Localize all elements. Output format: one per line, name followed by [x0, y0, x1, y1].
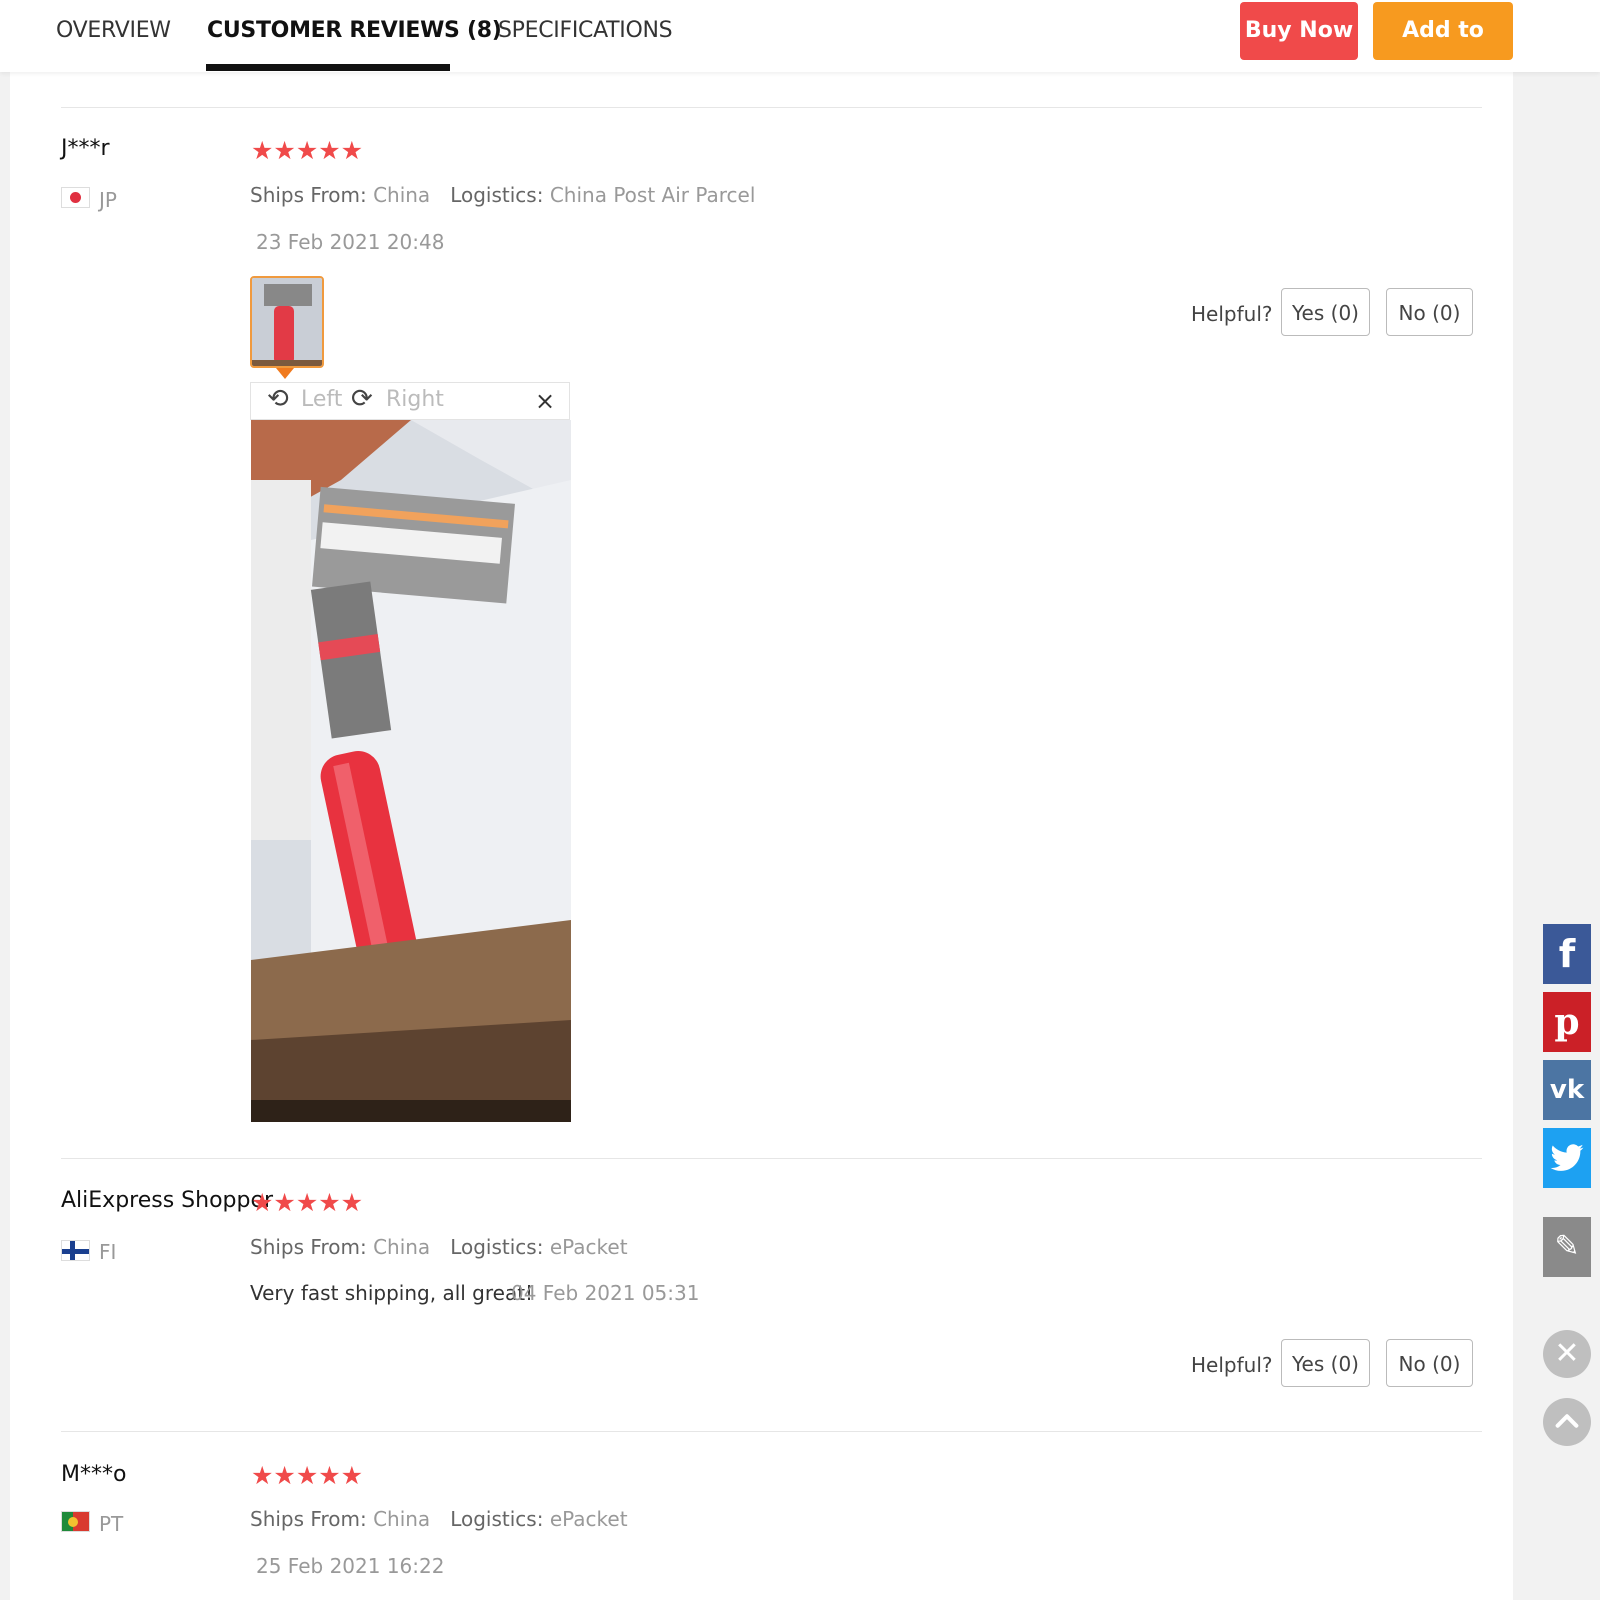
divider [61, 107, 1482, 108]
reviewer-country: FI [99, 1240, 117, 1264]
ships-from-value: China [373, 183, 431, 207]
helpful-label: Helpful? [1191, 302, 1273, 326]
photo-viewer-toolbar: ⟲ Left ⟳ Right × [250, 382, 570, 420]
vk-icon: vk [1549, 1075, 1585, 1105]
active-tab-indicator [206, 64, 450, 71]
logistics-label: Logistics: [450, 183, 544, 207]
star-rating: ★★★★★ [251, 1188, 364, 1217]
helpful-no-button[interactable]: No (0) [1386, 288, 1473, 336]
ships-from-label: Ships From: [250, 183, 367, 207]
close-sidebar-button[interactable]: ✕ [1543, 1330, 1591, 1378]
facebook-icon: f [1558, 932, 1576, 976]
review-text: Very fast shipping, all great! [250, 1281, 534, 1305]
star-rating: ★★★★★ [251, 1461, 364, 1490]
pinterest-icon: p [1554, 1001, 1580, 1043]
rotate-left-icon[interactable]: ⟲ [267, 384, 289, 414]
facebook-share-button[interactable]: f [1543, 924, 1591, 984]
divider [61, 1431, 1482, 1432]
twitter-share-button[interactable] [1543, 1128, 1591, 1188]
tab-specifications[interactable]: SPECIFICATIONS [498, 18, 673, 43]
rotate-right-icon[interactable]: ⟳ [351, 384, 373, 414]
divider [61, 1158, 1482, 1159]
rotate-left-label[interactable]: Left [301, 387, 342, 412]
tab-customer-reviews[interactable]: CUSTOMER REVIEWS (8) [207, 18, 502, 43]
scroll-top-icon [1555, 1414, 1579, 1428]
flag-pt-icon [61, 1511, 90, 1532]
product-tab-bar: OVERVIEW CUSTOMER REVIEWS (8) SPECIFICAT… [0, 0, 1600, 101]
review-date: 04 Feb 2021 05:31 [511, 1281, 700, 1305]
review-shipping-info: Ships From: China Logistics: ePacket [250, 1507, 628, 1531]
close-icon: ✕ [1554, 1336, 1580, 1371]
helpful-yes-button[interactable]: Yes (0) [1281, 1339, 1370, 1387]
ships-from-label: Ships From: [250, 1507, 367, 1531]
write-review-button[interactable]: ✎ [1543, 1217, 1591, 1277]
reviewer-name: AliExpress Shopper [61, 1188, 274, 1213]
ships-from-value: China [373, 1235, 431, 1259]
ships-from-value: China [373, 1507, 431, 1531]
logistics-value: ePacket [549, 1235, 628, 1259]
logistics-value: ePacket [549, 1507, 628, 1531]
tab-overview[interactable]: OVERVIEW [56, 18, 171, 43]
review-shipping-info: Ships From: China Logistics: ePacket [250, 1235, 628, 1259]
twitter-icon [1550, 1144, 1584, 1171]
scroll-to-top-button[interactable] [1543, 1398, 1591, 1446]
logistics-value: China Post Air Parcel [549, 183, 756, 207]
edit-icon: ✎ [1554, 1229, 1580, 1264]
reviewer-country: PT [99, 1512, 124, 1536]
ships-from-label: Ships From: [250, 1235, 367, 1259]
flag-fi-icon [61, 1240, 90, 1261]
review-shipping-info: Ships From: China Logistics: China Post A… [250, 183, 755, 207]
star-rating: ★★★★★ [251, 136, 364, 165]
pinterest-share-button[interactable]: p [1543, 992, 1591, 1052]
reviewer-name: M***o [61, 1462, 127, 1487]
helpful-yes-button[interactable]: Yes (0) [1281, 288, 1370, 336]
thumbnail-pointer [276, 368, 294, 379]
reviewer-name: J***r [61, 136, 110, 161]
review-date: 25 Feb 2021 16:22 [256, 1554, 445, 1578]
close-viewer-icon[interactable]: × [535, 387, 555, 415]
flag-jp-icon [61, 187, 90, 208]
logistics-label: Logistics: [450, 1235, 544, 1259]
review-photo-large [251, 420, 571, 1122]
reviewer-country: JP [99, 188, 117, 212]
review-date: 23 Feb 2021 20:48 [256, 230, 445, 254]
helpful-no-button[interactable]: No (0) [1386, 1339, 1473, 1387]
rotate-right-label[interactable]: Right [386, 387, 444, 412]
vk-share-button[interactable]: vk [1543, 1060, 1591, 1120]
helpful-label: Helpful? [1191, 1353, 1273, 1377]
review-photo-thumbnail[interactable] [250, 276, 324, 368]
logistics-label: Logistics: [450, 1507, 544, 1531]
add-to-cart-button[interactable]: Add to Cart [1373, 2, 1513, 101]
buy-now-button[interactable]: Buy Now [1240, 2, 1358, 60]
